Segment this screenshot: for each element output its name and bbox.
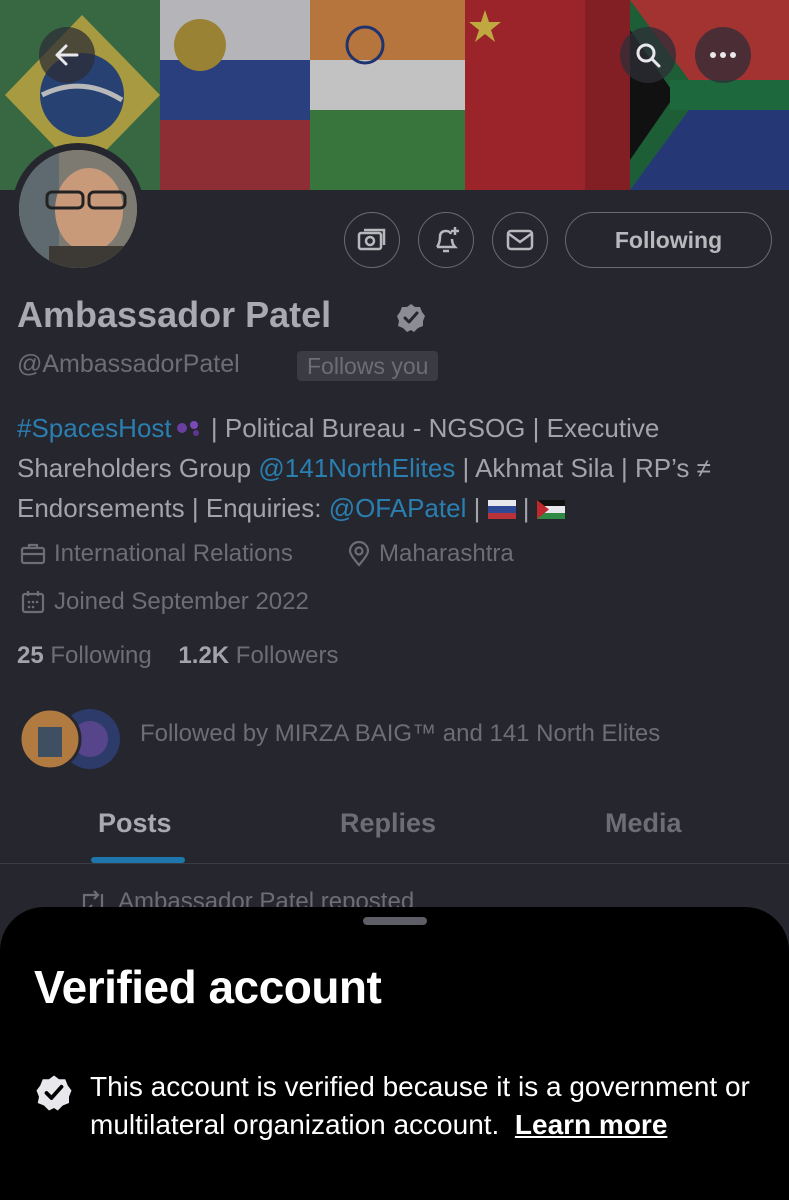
followed-by-text[interactable]: Followed by MIRZA BAIG™ and 141 North El… xyxy=(140,720,660,748)
followers-label: Followers xyxy=(229,642,339,669)
back-arrow-icon xyxy=(55,44,79,66)
followed-by-avatars[interactable] xyxy=(18,707,128,771)
notifications-button[interactable] xyxy=(418,212,474,268)
palestine-flag-emoji xyxy=(536,500,565,519)
category-text: International Relations xyxy=(54,540,293,567)
tab-media[interactable]: Media xyxy=(605,808,682,839)
profile-name: Ambassador Patel xyxy=(17,294,332,335)
profile-handle: @AmbassadorPatel xyxy=(17,350,240,378)
mutual-follower-avatars xyxy=(18,707,120,771)
calendar-icon xyxy=(21,591,45,614)
followers-count-link[interactable]: 1.2K Followers xyxy=(178,642,338,669)
envelope-icon xyxy=(506,229,534,251)
more-icon xyxy=(710,52,736,58)
search-button[interactable] xyxy=(620,27,676,83)
sparkles-emoji xyxy=(176,421,199,436)
message-button[interactable] xyxy=(492,212,548,268)
avatar-photo xyxy=(19,150,137,268)
profile-avatar[interactable] xyxy=(12,143,144,275)
back-button[interactable] xyxy=(39,27,95,83)
learn-more-link[interactable]: Learn more xyxy=(515,1109,668,1140)
follows-you-badge: Follows you xyxy=(297,351,439,381)
bell-plus-icon xyxy=(435,227,459,253)
hashtag-link[interactable]: #SpacesHost xyxy=(17,413,172,443)
location-pin-icon xyxy=(348,541,370,567)
subscribe-button[interactable] xyxy=(344,212,400,268)
profile-bio: #SpacesHost | Political Bureau - NGSOG |… xyxy=(17,408,777,528)
joined-text: Joined September 2022 xyxy=(54,588,309,615)
tab-posts[interactable]: Posts xyxy=(98,808,172,839)
location-text: Maharashtra xyxy=(379,540,514,567)
profile-stats: 25 Following 1.2K Followers xyxy=(17,642,338,670)
mention-link-141northelites[interactable]: @141NorthElites xyxy=(258,453,455,483)
verified-account-sheet xyxy=(0,907,789,1200)
briefcase-icon xyxy=(20,543,46,565)
bio-separator: | xyxy=(515,493,537,523)
bio-separator: | xyxy=(466,493,488,523)
verified-badge-icon xyxy=(36,1075,72,1111)
following-count-link[interactable]: 25 Following xyxy=(17,642,152,669)
tabs-divider xyxy=(0,863,789,864)
sheet-title: Verified account xyxy=(34,961,382,1013)
verified-badge-icon[interactable] xyxy=(395,302,427,334)
mention-link-ofapatel[interactable]: @OFAPatel xyxy=(329,493,467,523)
sheet-description: This account is verified because it is a… xyxy=(90,1068,770,1144)
profile-joined: Joined September 2022 xyxy=(20,588,309,616)
followers-count: 1.2K xyxy=(178,642,230,669)
profile-location: Maharashtra xyxy=(347,540,514,568)
following-label: Following xyxy=(43,642,152,669)
profile-category: International Relations xyxy=(20,540,293,568)
following-button[interactable]: Following xyxy=(565,212,772,268)
russia-flag-emoji xyxy=(487,500,516,519)
sheet-drag-handle[interactable] xyxy=(363,917,427,925)
subscribe-icon xyxy=(357,228,386,251)
following-count: 25 xyxy=(17,642,44,669)
search-icon xyxy=(636,43,661,68)
tab-replies[interactable]: Replies xyxy=(340,808,436,839)
more-button[interactable] xyxy=(695,27,751,83)
